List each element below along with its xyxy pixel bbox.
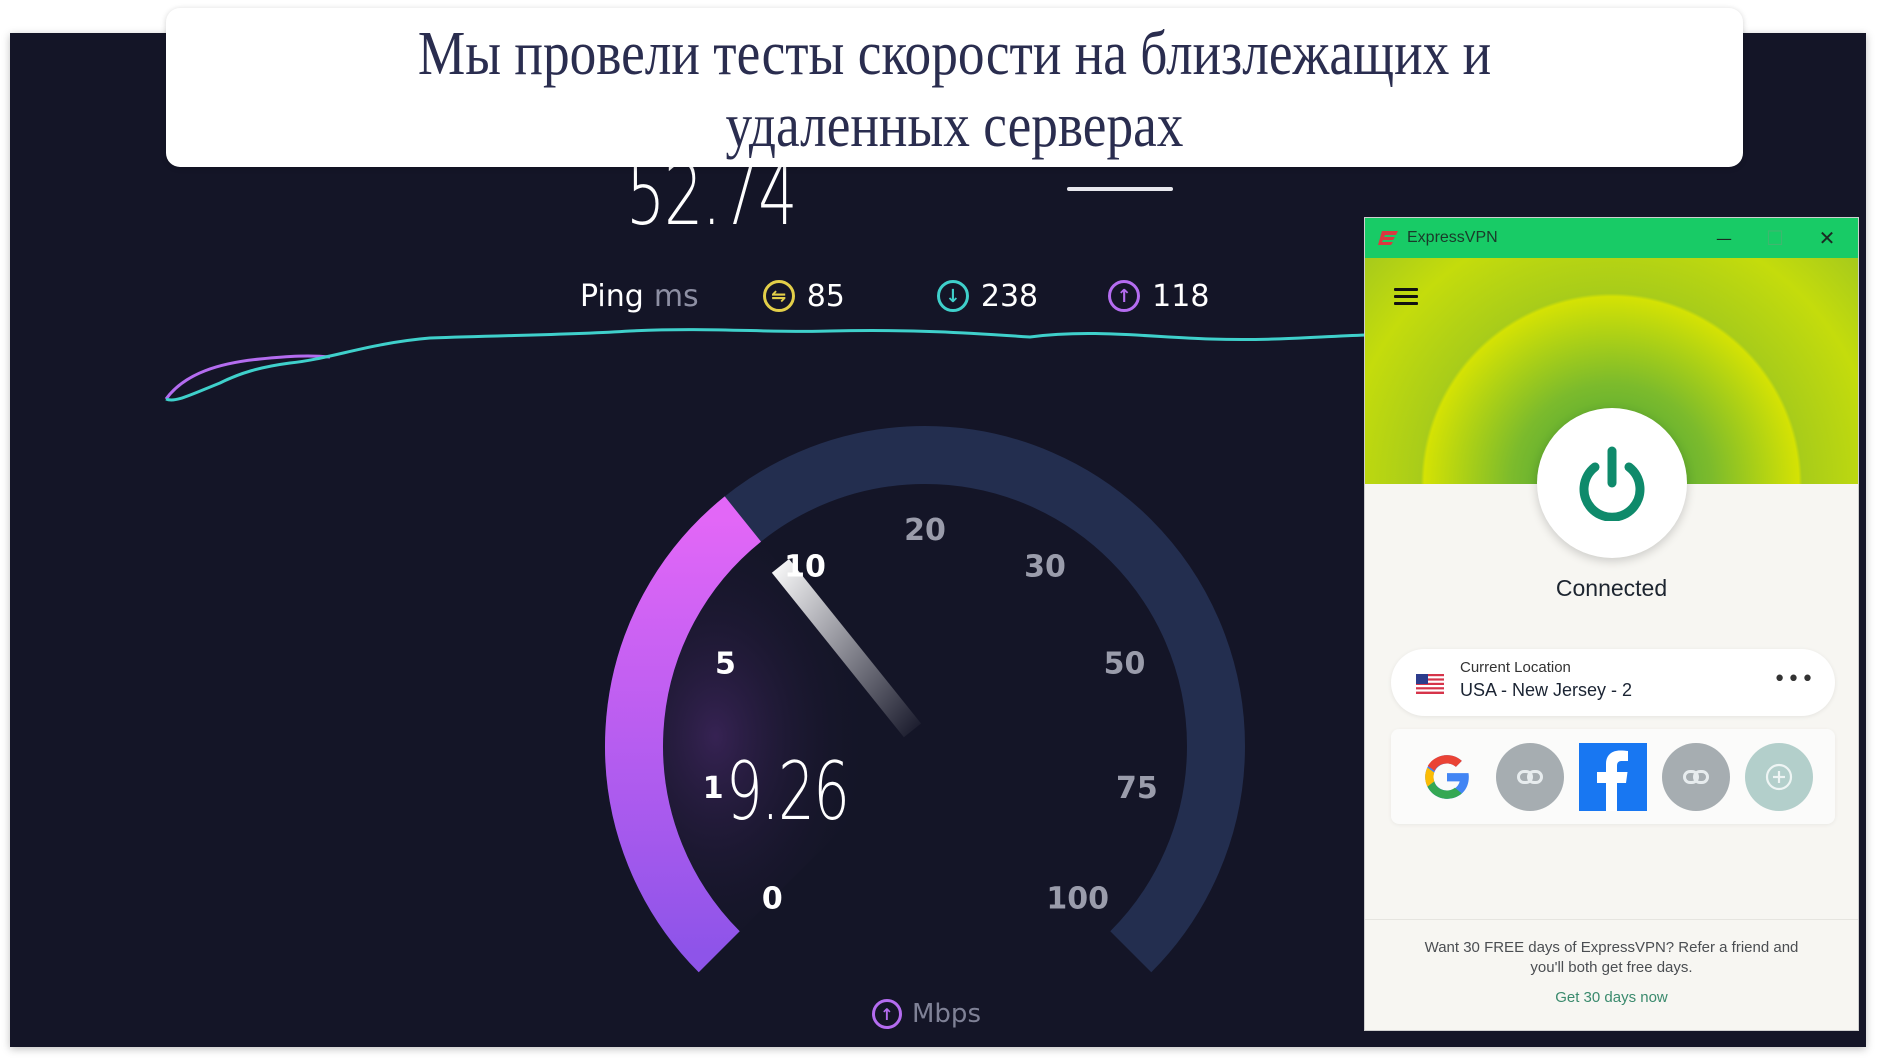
current-location-card[interactable]: Current Location USA - New Jersey - 2 ••… — [1391, 649, 1835, 716]
gauge-tick-0: 0 — [762, 882, 783, 917]
caption-box: Мы провели тесты скорости на близлежащих… — [166, 8, 1743, 167]
referral-text: Want 30 FREE days of ExpressVPN? Refer a… — [1424, 939, 1799, 976]
gauge-tick-20: 20 — [904, 513, 946, 548]
window-title: ExpressVPN — [1407, 229, 1498, 246]
gauge-tick-50: 50 — [1104, 646, 1146, 681]
referral-footer: Want 30 FREE days of ExpressVPN? Refer a… — [1365, 919, 1858, 1030]
hamburger-menu-icon[interactable] — [1394, 288, 1418, 306]
gauge-tick-5: 5 — [715, 646, 736, 681]
link-icon — [1516, 769, 1543, 784]
close-button[interactable]: ✕ — [1802, 218, 1852, 258]
gauge-unit: Mbps — [912, 999, 981, 1029]
connection-status: Connected — [1555, 575, 1668, 601]
link-icon — [1683, 769, 1710, 784]
gauge-tick-100: 100 — [1046, 882, 1109, 917]
location-value: USA - New Jersey - 2 — [1460, 680, 1633, 700]
us-flag-icon — [1416, 674, 1444, 694]
location-label: Current Location — [1460, 659, 1571, 676]
shortcuts-bar — [1391, 729, 1835, 824]
gauge-current-value: 9.26 — [726, 745, 850, 838]
close-icon: ✕ — [1818, 226, 1836, 250]
title-bar[interactable]: ExpressVPN — ☐ ✕ — [1365, 218, 1858, 258]
minimize-button[interactable]: — — [1699, 218, 1749, 258]
gauge-tick-10: 10 — [784, 549, 826, 584]
caption-line-2: удаленных серверах — [725, 92, 1184, 160]
plus-circle-icon — [1766, 763, 1793, 790]
gauge-tick-75: 75 — [1116, 771, 1158, 806]
shortcut-facebook[interactable] — [1578, 742, 1647, 811]
shortcut-google[interactable] — [1413, 743, 1481, 811]
shortcut-link-2[interactable] — [1662, 742, 1731, 811]
maximize-icon: ☐ — [1766, 226, 1784, 250]
shortcut-link-1[interactable] — [1495, 742, 1564, 811]
more-options-icon[interactable]: ••• — [1773, 667, 1815, 692]
gauge-tick-30: 30 — [1024, 549, 1066, 584]
expressvpn-window: ExpressVPN — ☐ ✕ Connected Current Locat… — [1364, 217, 1859, 1031]
power-icon — [1579, 446, 1645, 521]
power-button[interactable] — [1537, 408, 1687, 558]
gauge-tick-1: 1 — [703, 771, 724, 806]
get-30-days-link[interactable]: Get 30 days now — [1555, 989, 1668, 1006]
gauge-unit-row: ↑ Mbps — [872, 999, 981, 1029]
upload-icon: ↑ — [872, 999, 902, 1029]
facebook-icon — [1596, 750, 1628, 811]
maximize-button[interactable]: ☐ — [1750, 218, 1800, 258]
expressvpn-logo-icon — [1378, 231, 1398, 245]
caption-line-1: Мы провели тесты скорости на близлежащих… — [417, 20, 1492, 88]
google-icon — [1424, 754, 1469, 799]
add-shortcut-button[interactable] — [1745, 742, 1814, 811]
minimize-icon: — — [1716, 228, 1732, 248]
